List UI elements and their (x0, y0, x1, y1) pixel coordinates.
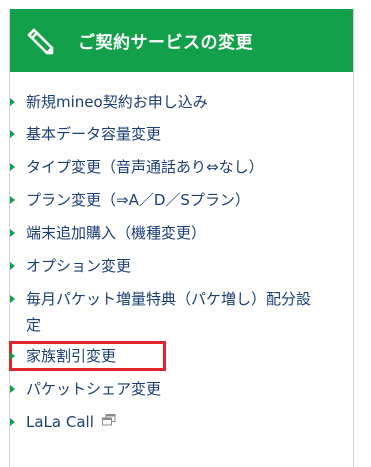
menu-item-label[interactable]: 毎月パケット増量特典（パケ増し）配分設定 (26, 286, 324, 338)
pencil-edit-icon (26, 26, 56, 56)
arrow-right-icon (10, 98, 15, 106)
menu-item-label[interactable]: タイプ変更（音声通話あり⇔なし） (26, 154, 326, 180)
menu-item-label-wrap[interactable]: LaLa Call (26, 409, 326, 435)
menu-item-label[interactable]: LaLa Call (26, 413, 94, 431)
arrow-right-icon (10, 352, 15, 360)
arrow-right-icon (10, 262, 15, 270)
menu-item-type-change[interactable]: タイプ変更（音声通話あり⇔なし） (10, 154, 326, 180)
menu-item-label[interactable]: プラン変更（⇒A／D／Sプラン） (26, 187, 326, 213)
menu-item-device-purchase[interactable]: 端末追加購入（機種変更） (10, 220, 326, 246)
external-window-icon (101, 408, 116, 434)
menu-item-packet-share[interactable]: パケットシェア変更 (10, 376, 326, 402)
menu-item-new-contract[interactable]: 新規mineo契約お申し込み (10, 89, 326, 115)
menu-item-label[interactable]: 基本データ容量変更 (26, 121, 326, 147)
panel-title: ご契約サービスの変更 (78, 33, 253, 53)
menu-item-label[interactable]: 新規mineo契約お申し込み (26, 89, 326, 115)
menu-item-data-capacity[interactable]: 基本データ容量変更 (10, 121, 326, 147)
menu-item-options[interactable]: オプション変更 (10, 253, 326, 279)
menu-item-plan-change[interactable]: プラン変更（⇒A／D／Sプラン） (10, 187, 326, 213)
arrow-right-icon (10, 130, 15, 138)
menu-item-family-discount[interactable]: 家族割引変更 (10, 343, 326, 369)
menu-item-lala-call[interactable]: LaLa Call (10, 409, 326, 435)
arrow-right-icon (10, 385, 15, 393)
arrow-right-icon (10, 196, 15, 204)
arrow-right-icon (10, 295, 15, 303)
menu-item-label[interactable]: オプション変更 (26, 253, 326, 279)
menu-item-label[interactable]: 端末追加購入（機種変更） (26, 220, 326, 246)
arrow-right-icon (10, 418, 15, 426)
menu-item-label[interactable]: 家族割引変更 (26, 343, 326, 369)
menu-item-packet-bonus[interactable]: 毎月パケット増量特典（パケ増し）配分設定 (10, 286, 324, 338)
panel-header: ご契約サービスの変更 (10, 9, 353, 72)
arrow-right-icon (10, 229, 15, 237)
arrow-right-icon (10, 163, 15, 171)
menu-item-label[interactable]: パケットシェア変更 (26, 376, 326, 402)
